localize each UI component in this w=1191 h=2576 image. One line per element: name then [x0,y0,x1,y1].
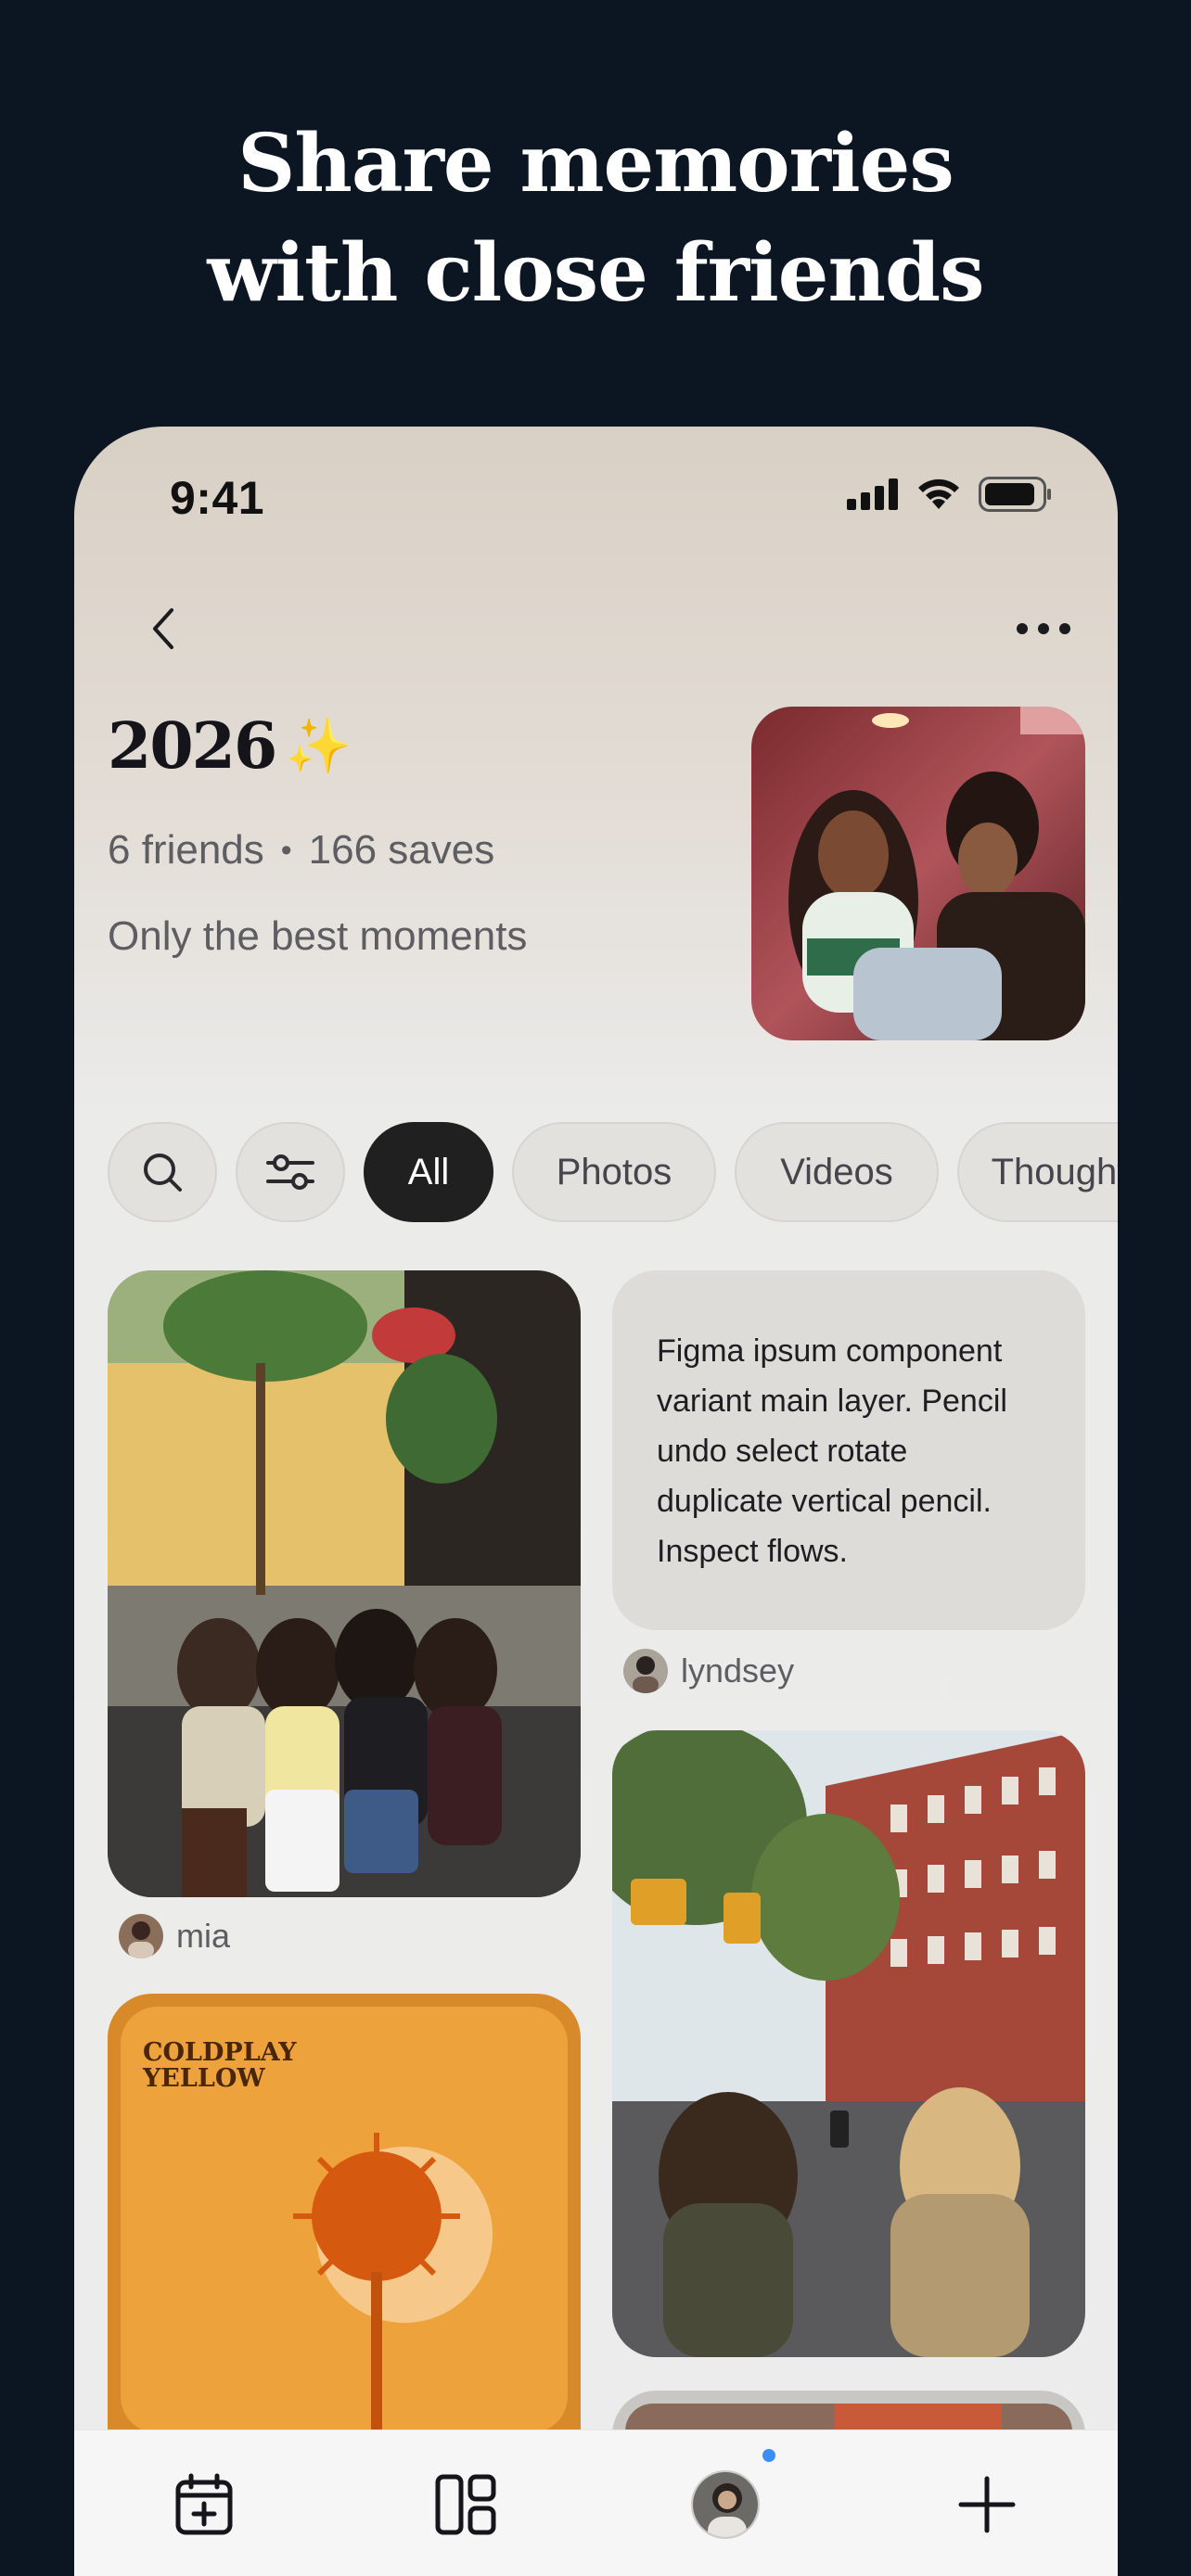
status-time: 9:41 [170,472,265,524]
battery-icon [979,477,1051,512]
author-name: lyndsey [681,1651,795,1690]
search-icon [144,1154,182,1192]
cellular-signal-icon [847,478,898,510]
status-bar: 9:41 [74,427,1118,566]
hero-headline: Share memories with close friends [0,109,1191,328]
album-description: Only the best moments [108,913,528,959]
tab-profile[interactable] [688,2468,762,2542]
album-cover-photo[interactable] [751,707,1085,1040]
tab-add[interactable] [950,2468,1024,2542]
tab-bar [74,2429,1118,2576]
calendar-add-icon [175,2473,233,2535]
friends-count[interactable]: 6 friends [108,827,264,874]
friends-photo-image [108,1270,581,1897]
feed-photo-card[interactable] [108,1270,581,1897]
photo-author[interactable]: mia [119,1914,230,1958]
filter-chip-videos[interactable]: Videos [735,1122,939,1222]
filter-bar: All Photos Videos Thoughts [108,1122,1118,1222]
street-photo-image [612,1730,1085,2357]
more-horizontal-icon [1017,623,1070,634]
phone-screen: 9:41 2026 ✨ 6 friends • 166 saves Only t… [74,427,1118,2576]
saves-count: 166 saves [308,827,495,873]
thought-note-card[interactable]: Figma ipsum component variant main layer… [612,1270,1085,1630]
cover-photo-image [751,707,1085,1040]
meta-separator: • [280,832,292,868]
feed-street-photo-card[interactable] [612,1730,1085,2357]
note-author[interactable]: lyndsey [623,1649,794,1693]
filter-chip-photos[interactable]: Photos [512,1122,716,1222]
avatar [623,1649,668,1693]
status-icons [847,477,1053,512]
album-meta: 6 friends • 166 saves [108,827,494,874]
album-year: 2026 [108,709,277,784]
more-options-button[interactable] [1006,595,1081,662]
tab-calendar[interactable] [167,2468,241,2542]
back-button[interactable] [130,595,197,662]
album-art-card[interactable]: COLDPLAY YELLOW [108,1994,581,2429]
album-art-title: COLDPLAY YELLOW [143,2038,297,2093]
add-icon [958,2476,1016,2533]
sliders-icon [266,1154,314,1190]
filter-chip-all[interactable]: All [364,1122,493,1222]
search-button[interactable] [108,1122,217,1222]
hero-line-2: with close friends [207,226,984,320]
wifi-icon [918,478,959,509]
avatar [119,1914,163,1958]
notification-dot [762,2449,775,2462]
profile-avatar [691,2470,760,2539]
sparkles-icon: ✨ [285,716,352,776]
hero-line-1: Share memories [237,117,954,210]
tab-collections[interactable] [429,2468,503,2542]
author-name: mia [176,1917,231,1955]
grid-layout-icon [435,2474,496,2535]
album-title: 2026 ✨ [108,709,352,784]
chevron-left-icon [153,608,173,649]
filter-settings-button[interactable] [236,1122,345,1222]
filter-chip-thoughts[interactable]: Thoughts [957,1122,1118,1222]
